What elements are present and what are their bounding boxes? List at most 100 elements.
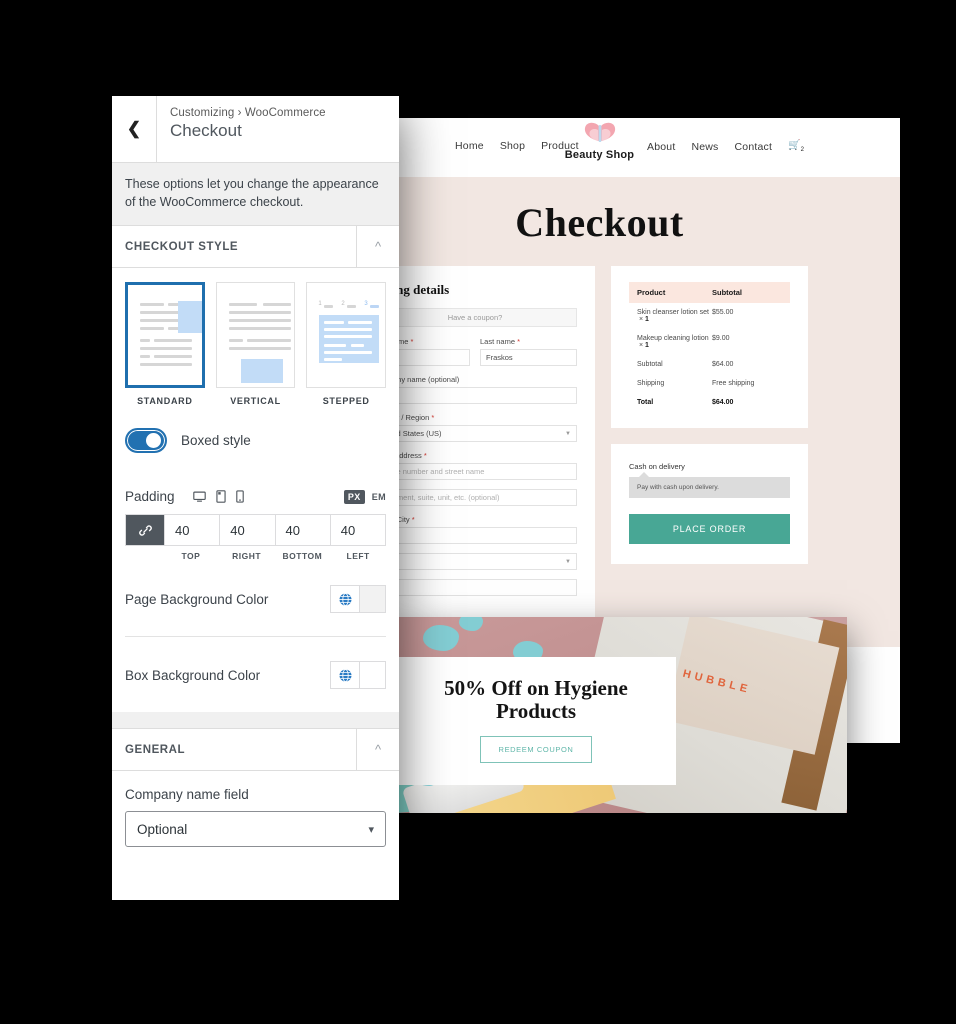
link-icon[interactable] (126, 515, 164, 546)
required-mark: * (409, 515, 415, 524)
padding-bottom-input[interactable]: 40 (274, 515, 330, 546)
box-background-color-label: Box Background Color (125, 667, 261, 683)
nav-item-contact[interactable]: Contact (735, 141, 773, 153)
style-label-standard: STANDARD (137, 396, 193, 407)
section-gap (112, 712, 399, 729)
step-number-3: 3 (364, 301, 368, 308)
box-background-color-row: Box Background Color (125, 637, 386, 712)
butterfly-logo-icon (584, 122, 615, 142)
order-total-amount: $64.00 (712, 399, 734, 406)
box-background-color-picker[interactable] (330, 661, 386, 690)
required-mark: * (515, 337, 521, 346)
order-header-product: Product (637, 288, 666, 297)
chevron-up-icon[interactable]: ^ (356, 225, 399, 269)
billing-heading: Billing details (373, 282, 450, 297)
chevron-up-icon[interactable]: ^ (356, 728, 399, 772)
screenshot-stage: Home Shop Product Beauty Shop About News… (0, 0, 956, 1024)
country-select[interactable]: United States (US) ▼ (373, 425, 577, 442)
padding-label-right: RIGHT (232, 551, 262, 562)
nav-item-news[interactable]: News (691, 141, 718, 153)
globe-icon[interactable] (331, 662, 359, 689)
table-row: Subtotal $64.00 (629, 355, 790, 374)
order-shipping-amount: Free shipping (712, 380, 755, 387)
street-input-1[interactable]: House number and street name (373, 463, 577, 480)
padding-inputs: 40 40 40 40 (125, 514, 386, 547)
cart-icon[interactable]: 🛒2 (788, 140, 804, 153)
general-body: Company name field Optional ▾ (112, 771, 399, 848)
padding-label: Padding (125, 489, 175, 505)
padding-left-input[interactable]: 40 (329, 515, 385, 546)
tablet-icon[interactable] (215, 490, 226, 504)
style-option-standard[interactable]: STANDARD (125, 282, 205, 406)
order-header-subtotal: Subtotal (712, 288, 742, 297)
breadcrumb[interactable]: Customizing › WooCommerce (170, 107, 326, 119)
padding-right-input[interactable]: 40 (219, 515, 274, 546)
coupon-bar[interactable]: Have a coupon? (373, 308, 577, 327)
redeem-coupon-button[interactable]: REDEEM COUPON (479, 736, 593, 764)
unit-px[interactable]: PX (343, 489, 365, 504)
last-name-input[interactable]: Fraskos (480, 349, 577, 366)
order-column: Product Subtotal Skin cleanser lotion se… (611, 266, 808, 621)
name-row: First name * Last name * Fraskos (373, 337, 577, 375)
payment-method-description: Pay with cash upon delivery. (629, 472, 790, 498)
company-input[interactable] (373, 387, 577, 404)
section-header-checkout-style[interactable]: CHECKOUT STYLE ^ (112, 225, 399, 269)
style-thumb-standard (125, 282, 205, 389)
unit-em[interactable]: EM (372, 492, 386, 502)
company-name-field-value: Optional (137, 821, 188, 837)
payment-method-label[interactable]: Cash on delivery (629, 462, 790, 471)
order-subtotal-amount: $64.00 (712, 361, 734, 368)
color-swatch[interactable] (359, 662, 385, 689)
customizer-panel[interactable]: ❮ Customizing › WooCommerce Checkout The… (112, 96, 399, 900)
padding-label-bottom: BOTTOM (282, 551, 323, 562)
padding-label-left: LEFT (346, 551, 370, 562)
checkout-style-body: STANDARD VERTICAL 1 2 3 STEPPED Boxed st… (112, 268, 399, 712)
nav-item-about[interactable]: About (647, 141, 675, 153)
state-select[interactable]: ▼ (373, 553, 577, 570)
customizer-header: ❮ Customizing › WooCommerce Checkout (112, 96, 399, 163)
page-background-color-label: Page Background Color (125, 591, 269, 607)
order-item-amount: $55.00 (712, 309, 734, 316)
desktop-icon[interactable] (192, 491, 206, 503)
city-label: Town / City * (373, 515, 415, 524)
street-input-2[interactable]: Apartment, suite, unit, etc. (optional) (373, 489, 577, 506)
zip-input[interactable] (373, 579, 577, 596)
panel-description: These options let you change the appeara… (112, 163, 399, 226)
promo-headline: 50% Off on Hygiene Products (444, 676, 628, 723)
order-item-name: Skin cleanser lotion set × 1 (637, 309, 709, 323)
promo-banner[interactable]: HUBBLE 50% Off on Hygiene Products REDEE… (396, 617, 847, 813)
chevron-left-icon[interactable]: ❮ (112, 96, 157, 162)
checkout-style-options: STANDARD VERTICAL 1 2 3 STEPPED (125, 282, 387, 407)
padding-side-labels: TOP RIGHT BOTTOM LEFT (125, 551, 386, 561)
primary-nav-right: About News Contact 🛒2 (647, 140, 804, 153)
company-name-field-select[interactable]: Optional ▾ (125, 811, 386, 848)
table-row: Shipping Free shipping (629, 374, 790, 393)
page-background-color-row: Page Background Color (125, 561, 386, 638)
globe-icon[interactable] (331, 586, 359, 613)
place-order-button[interactable]: PLACE ORDER (629, 514, 790, 544)
device-switcher (192, 490, 244, 504)
section-header-general[interactable]: GENERAL ^ (112, 728, 399, 772)
section-label: CHECKOUT STYLE (125, 240, 239, 253)
padding-top-input[interactable]: 40 (164, 515, 219, 546)
boxed-style-label: Boxed style (181, 433, 251, 449)
style-option-stepped[interactable]: 1 2 3 STEPPED (306, 282, 387, 406)
order-summary-box: Product Subtotal Skin cleanser lotion se… (611, 266, 808, 428)
required-mark: * (408, 337, 414, 346)
color-swatch[interactable] (359, 586, 385, 613)
country-label: Country / Region * (373, 413, 435, 422)
payment-box: Cash on delivery Pay with cash upon deli… (611, 444, 808, 564)
padding-header: Padding PX EM (125, 489, 386, 504)
boxed-style-toggle[interactable] (125, 428, 167, 454)
mobile-icon[interactable] (235, 490, 244, 503)
chevron-down-icon: ▼ (565, 430, 571, 437)
style-thumb-vertical (215, 282, 296, 389)
step-number-1: 1 (318, 301, 322, 308)
city-input[interactable] (373, 527, 577, 544)
table-row: Skin cleanser lotion set × 1 $55.00 (629, 303, 790, 329)
promo-card: 50% Off on Hygiene Products REDEEM COUPO… (396, 657, 676, 786)
page-background-color-picker[interactable] (330, 585, 386, 614)
order-total-label: Total (637, 399, 654, 406)
style-option-vertical[interactable]: VERTICAL (215, 282, 296, 407)
style-label-vertical: VERTICAL (230, 396, 281, 407)
